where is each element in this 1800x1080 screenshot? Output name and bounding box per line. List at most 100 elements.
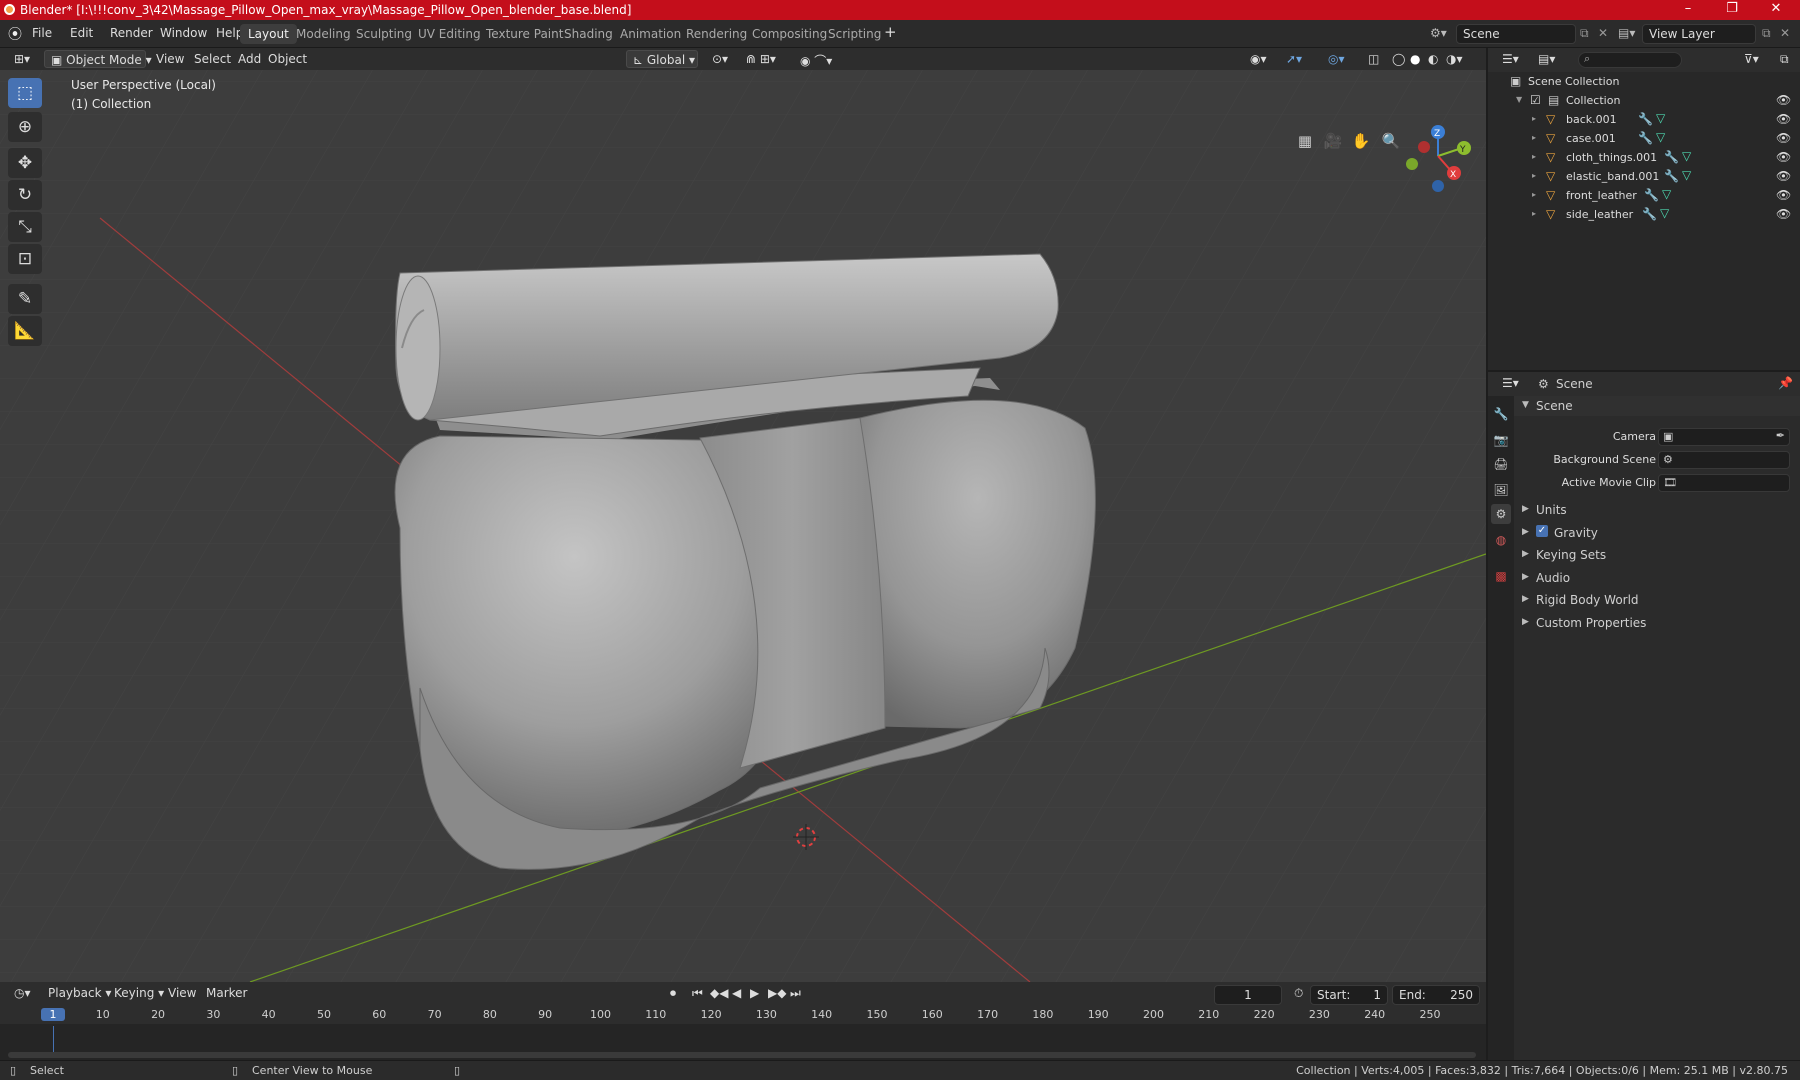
- outliner-item[interactable]: ▸ ▽ side_leather 🔧 ▽ 👁: [1488, 205, 1800, 224]
- maximize-button[interactable]: ❐: [1710, 0, 1754, 20]
- menu-window[interactable]: Window: [160, 26, 207, 40]
- pan-hand-icon[interactable]: ✋: [1348, 128, 1374, 154]
- panel-keying-sets[interactable]: ▶ Keying Sets: [1514, 545, 1800, 565]
- gizmo-neg-y-icon[interactable]: [1406, 158, 1418, 170]
- texture-tab-icon[interactable]: ▩: [1491, 566, 1511, 586]
- timeline-editor[interactable]: ◷▾ Playback ▾ Keying ▾ View Marker ⏺ ⏮ ◆…: [0, 982, 1486, 1060]
- expand-object-icon[interactable]: ▸: [1532, 133, 1536, 142]
- proportional-edit-icon[interactable]: ◉ ⌒▾: [794, 50, 838, 68]
- menu-playback[interactable]: Playback ▾: [42, 984, 117, 1002]
- outliner-editor-icon[interactable]: ☰▾: [1496, 50, 1525, 68]
- visibility-icon[interactable]: ◉▾: [1244, 50, 1273, 68]
- preview-range-icon[interactable]: ⏱: [1288, 984, 1309, 1002]
- jump-end-icon[interactable]: ⏭: [784, 984, 807, 1002]
- mesh-data-icon[interactable]: ▽: [1682, 168, 1691, 182]
- add-workspace-button[interactable]: +: [884, 23, 897, 41]
- editor-type-icon[interactable]: ⊞▾: [8, 50, 36, 68]
- delete-view-layer-icon[interactable]: ✕: [1780, 26, 1790, 40]
- panel-gravity[interactable]: ▶ ✓ Gravity: [1514, 523, 1800, 543]
- tool-tab-icon[interactable]: 🔧: [1491, 404, 1511, 424]
- orientation-selector[interactable]: ⊾ Global ▾: [626, 50, 698, 68]
- visibility-eye-icon[interactable]: 👁: [1776, 112, 1791, 126]
- filter-icon[interactable]: ⊽▾: [1738, 50, 1765, 68]
- expand-collection-icon[interactable]: ▼: [1516, 95, 1522, 104]
- menu-timeline-view[interactable]: View: [162, 984, 202, 1002]
- minimize-button[interactable]: –: [1666, 0, 1710, 20]
- scene-selector-icon[interactable]: ⚙▾: [1430, 26, 1447, 40]
- outliner-item[interactable]: ▸ ▽ case.001 🔧 ▽ 👁: [1488, 129, 1800, 148]
- scene-name-field[interactable]: Scene: [1456, 24, 1576, 44]
- delete-scene-icon[interactable]: ✕: [1598, 26, 1608, 40]
- expand-object-icon[interactable]: ▸: [1532, 171, 1536, 180]
- scene-tab-icon[interactable]: ⚙: [1491, 504, 1511, 524]
- menu-file[interactable]: File: [32, 26, 52, 40]
- menu-view[interactable]: View: [150, 50, 190, 68]
- view-layer-field[interactable]: View Layer: [1642, 24, 1756, 44]
- outliner-search-input[interactable]: [1578, 52, 1682, 68]
- gizmo-neg-z-icon[interactable]: [1432, 180, 1444, 192]
- mode-selector[interactable]: ▣ Object Mode ▾: [44, 50, 152, 68]
- view-layer-icon[interactable]: ▤▾: [1618, 26, 1635, 40]
- camera-field[interactable]: ▣ ✒: [1658, 428, 1790, 446]
- pivot-icon[interactable]: ⊙▾: [706, 50, 734, 68]
- new-collection-icon[interactable]: ⧉: [1774, 50, 1795, 68]
- properties-editor-icon[interactable]: ☰▾: [1496, 374, 1525, 392]
- gravity-checkbox[interactable]: ✓: [1536, 524, 1548, 537]
- new-view-layer-icon[interactable]: ⧉: [1762, 26, 1771, 41]
- shading-rendered-icon[interactable]: ◑▾: [1440, 50, 1469, 68]
- outliner-scene-collection[interactable]: ▣ Scene Collection: [1488, 72, 1800, 91]
- expand-object-icon[interactable]: ▸: [1532, 152, 1536, 161]
- workspace-tab-uv-editing[interactable]: UV Editing: [410, 24, 489, 44]
- rotate-tool-icon[interactable]: ↻: [8, 180, 42, 210]
- pin-icon[interactable]: 📌: [1778, 376, 1793, 390]
- movie-clip-field[interactable]: 🎞: [1658, 474, 1790, 492]
- camera-view-icon[interactable]: 🎥: [1320, 128, 1346, 154]
- visibility-eye-icon[interactable]: 👁: [1776, 150, 1791, 164]
- mesh-data-icon[interactable]: ▽: [1656, 111, 1665, 125]
- world-tab-icon[interactable]: ◍: [1491, 530, 1511, 550]
- gizmo-toggle-icon[interactable]: ➚▾: [1280, 50, 1308, 68]
- mesh-data-icon[interactable]: ▽: [1662, 187, 1671, 201]
- menu-render[interactable]: Render: [110, 26, 153, 40]
- menu-object[interactable]: Object: [262, 50, 313, 68]
- viewport-canvas[interactable]: Z Y X: [0, 48, 1486, 982]
- panel-rigid-body-world[interactable]: ▶ Rigid Body World: [1514, 590, 1800, 610]
- outliner-item[interactable]: ▸ ▽ elastic_band.001 🔧 ▽ 👁: [1488, 167, 1800, 186]
- outliner-item[interactable]: ▸ ▽ back.001 🔧 ▽ 👁: [1488, 110, 1800, 129]
- menu-keying[interactable]: Keying ▾: [108, 984, 170, 1002]
- outliner-item[interactable]: ▸ ▽ cloth_things.001 🔧 ▽ 👁: [1488, 148, 1800, 167]
- mesh-data-icon[interactable]: ▽: [1656, 130, 1665, 144]
- end-frame-field[interactable]: End: 250: [1392, 985, 1480, 1005]
- gizmo-neg-x-icon[interactable]: [1418, 141, 1430, 153]
- transform-tool-icon[interactable]: ⊡: [8, 244, 42, 274]
- mesh-data-icon[interactable]: ▽: [1682, 149, 1691, 163]
- blender-menu-icon[interactable]: ⦿: [8, 24, 22, 44]
- visibility-eye-icon[interactable]: 👁: [1776, 207, 1791, 221]
- move-tool-icon[interactable]: ✥: [8, 148, 42, 178]
- measure-tool-icon[interactable]: 📐: [8, 316, 42, 346]
- record-icon[interactable]: ⏺: [664, 984, 682, 1002]
- outliner-collection[interactable]: ▼ ☑ ▤ Collection 👁: [1488, 91, 1800, 110]
- expand-object-icon[interactable]: ▸: [1532, 209, 1536, 218]
- eyedropper-icon[interactable]: ✒: [1776, 429, 1785, 442]
- scene-section-header[interactable]: ▼ Scene: [1514, 396, 1800, 416]
- modifier-wrench-icon[interactable]: 🔧: [1644, 188, 1659, 202]
- modifier-wrench-icon[interactable]: 🔧: [1664, 169, 1679, 183]
- visibility-eye-icon[interactable]: 👁: [1776, 188, 1791, 202]
- menu-select[interactable]: Select: [188, 50, 237, 68]
- visibility-eye-icon[interactable]: 👁: [1776, 93, 1791, 107]
- checkbox-icon[interactable]: ☑: [1530, 93, 1541, 107]
- output-tab-icon[interactable]: 🖨: [1491, 454, 1511, 474]
- menu-edit[interactable]: Edit: [70, 26, 93, 40]
- zoom-icon[interactable]: 🔍: [1378, 128, 1404, 154]
- close-button[interactable]: ✕: [1754, 0, 1798, 20]
- menu-marker[interactable]: Marker: [200, 984, 253, 1002]
- render-tab-icon[interactable]: 📷: [1491, 430, 1511, 450]
- current-frame-field[interactable]: 1: [1214, 985, 1282, 1005]
- toggle-camera-grid-icon[interactable]: ▦: [1292, 128, 1318, 154]
- expand-object-icon[interactable]: ▸: [1532, 114, 1536, 123]
- view-layer-tab-icon[interactable]: 🖼: [1491, 480, 1511, 500]
- snap-icon[interactable]: ⋒ ⊞▾: [740, 50, 782, 68]
- modifier-wrench-icon[interactable]: 🔧: [1664, 150, 1679, 164]
- visibility-eye-icon[interactable]: 👁: [1776, 169, 1791, 183]
